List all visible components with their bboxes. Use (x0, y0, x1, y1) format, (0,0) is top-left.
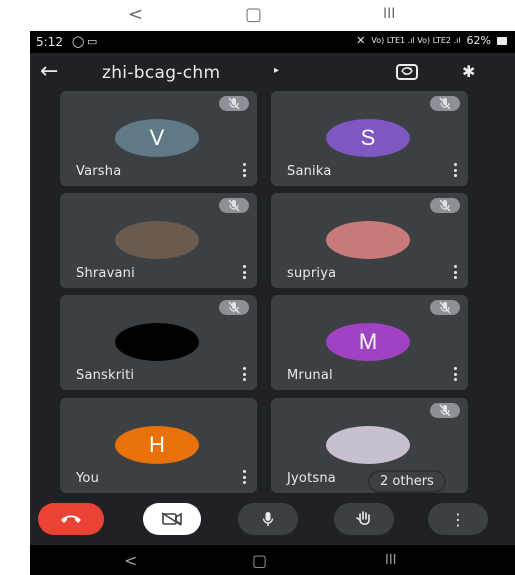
participant-tile[interactable]: H You (60, 398, 257, 493)
raise-hand-icon (356, 511, 370, 525)
participant-name: Jyotsna (287, 471, 336, 486)
participant-avatar (326, 426, 410, 464)
status-icons: ✕ Vo) LTE1 .ıl Vo) LTE2 .ıl 62% (356, 34, 507, 47)
participant-avatar: V (115, 119, 199, 157)
participant-menu-icon[interactable] (454, 163, 458, 177)
mic-off-indicator (430, 403, 460, 418)
status-time: 5:12 (36, 35, 63, 49)
participant-name: supriya (287, 266, 337, 281)
participant-avatar (326, 221, 410, 259)
mic-off-indicator (430, 198, 460, 213)
mic-off-icon (439, 301, 451, 314)
bluetooth-audio-icon[interactable]: ✱ (462, 62, 475, 81)
participant-menu-icon[interactable] (454, 265, 458, 279)
participant-tile[interactable]: supriya (271, 193, 468, 288)
participant-name: Varsha (76, 164, 122, 179)
nav-back-button-bottom[interactable]: < (124, 551, 137, 570)
camera-toggle-button[interactable] (143, 503, 201, 535)
mic-off-indicator (219, 96, 249, 111)
others-count-pill[interactable]: 2 others (370, 472, 444, 491)
participant-menu-icon[interactable] (243, 470, 247, 484)
phone-hangup-icon (61, 515, 81, 523)
mic-off-icon (228, 301, 240, 314)
mic-off-icon (439, 199, 451, 212)
participant-name: Mrunal (287, 368, 333, 383)
meeting-code-title[interactable]: zhi-bcag-chm (102, 63, 220, 83)
mic-off-indicator (430, 300, 460, 315)
end-call-button[interactable] (38, 503, 104, 535)
nav-recents-button-bottom[interactable]: III (385, 553, 397, 568)
camera-off-icon (161, 512, 182, 526)
participant-menu-icon[interactable] (243, 163, 247, 177)
microphone-icon (262, 512, 274, 526)
battery-percentage: 62% (466, 34, 491, 47)
caret-right-icon[interactable]: ▸ (274, 65, 279, 76)
participant-tile[interactable]: Shravani (60, 193, 257, 288)
nav-back-button[interactable]: < (128, 4, 143, 25)
whatsapp-icon: ◯ (72, 36, 85, 48)
participant-tile[interactable]: Sanskriti (60, 295, 257, 390)
back-arrow-icon[interactable]: ← (40, 59, 58, 84)
mic-off-indicator (219, 300, 249, 315)
mic-off-icon (228, 199, 240, 212)
participant-menu-icon[interactable] (243, 265, 247, 279)
battery-icon (497, 36, 507, 45)
participant-avatar: M (326, 323, 410, 361)
participant-tile[interactable]: Jyotsna 2 others (271, 398, 468, 493)
participant-name: Shravani (76, 266, 135, 281)
more-vert-icon: ⋮ (450, 509, 466, 529)
signal-indicator: Vo) LTE1 .ıl Vo) LTE2 .ıl (371, 36, 461, 45)
meet-notification-icon: ▭ (87, 36, 98, 48)
mic-off-icon (439, 97, 451, 110)
participant-avatar: H (115, 426, 199, 464)
participant-avatar (115, 323, 199, 361)
participant-name: You (76, 471, 100, 486)
mic-off-indicator (219, 198, 249, 213)
nav-home-button[interactable]: ▢ (245, 4, 262, 25)
nav-recents-button[interactable]: III (383, 6, 395, 22)
participant-tile[interactable]: M Mrunal (271, 295, 468, 390)
participant-name: Sanskriti (76, 368, 135, 383)
participant-tile[interactable]: S Sanika (271, 91, 468, 186)
status-bar: 5:12 ◯ ▭ ✕ Vo) LTE1 .ıl Vo) LTE2 .ıl 62% (30, 31, 515, 53)
participant-menu-icon[interactable] (454, 367, 458, 381)
participant-menu-icon[interactable] (243, 367, 247, 381)
mute-status-icon: ✕ (356, 34, 366, 47)
phone-screen: 5:12 ◯ ▭ ✕ Vo) LTE1 .ıl Vo) LTE2 .ıl 62%… (30, 31, 515, 575)
switch-camera-icon[interactable] (396, 62, 418, 80)
mic-off-icon (439, 404, 451, 417)
system-nav-bottom: < ▢ III (30, 545, 515, 575)
app-bar: ← zhi-bcag-chm ▸ ✱ (30, 53, 515, 93)
mic-off-indicator (430, 96, 460, 111)
system-nav-top: < ▢ III (0, 0, 515, 30)
participant-avatar: S (326, 119, 410, 157)
participant-tile[interactable]: V Varsha (60, 91, 257, 186)
more-options-button[interactable]: ⋮ (428, 503, 488, 535)
nav-home-button-bottom[interactable]: ▢ (252, 551, 267, 570)
participant-name: Sanika (287, 164, 332, 179)
mic-off-icon (228, 97, 240, 110)
call-controls: ⋮ (30, 503, 515, 543)
participant-avatar (115, 221, 199, 259)
raise-hand-button[interactable] (334, 503, 394, 535)
microphone-button[interactable] (238, 503, 298, 535)
